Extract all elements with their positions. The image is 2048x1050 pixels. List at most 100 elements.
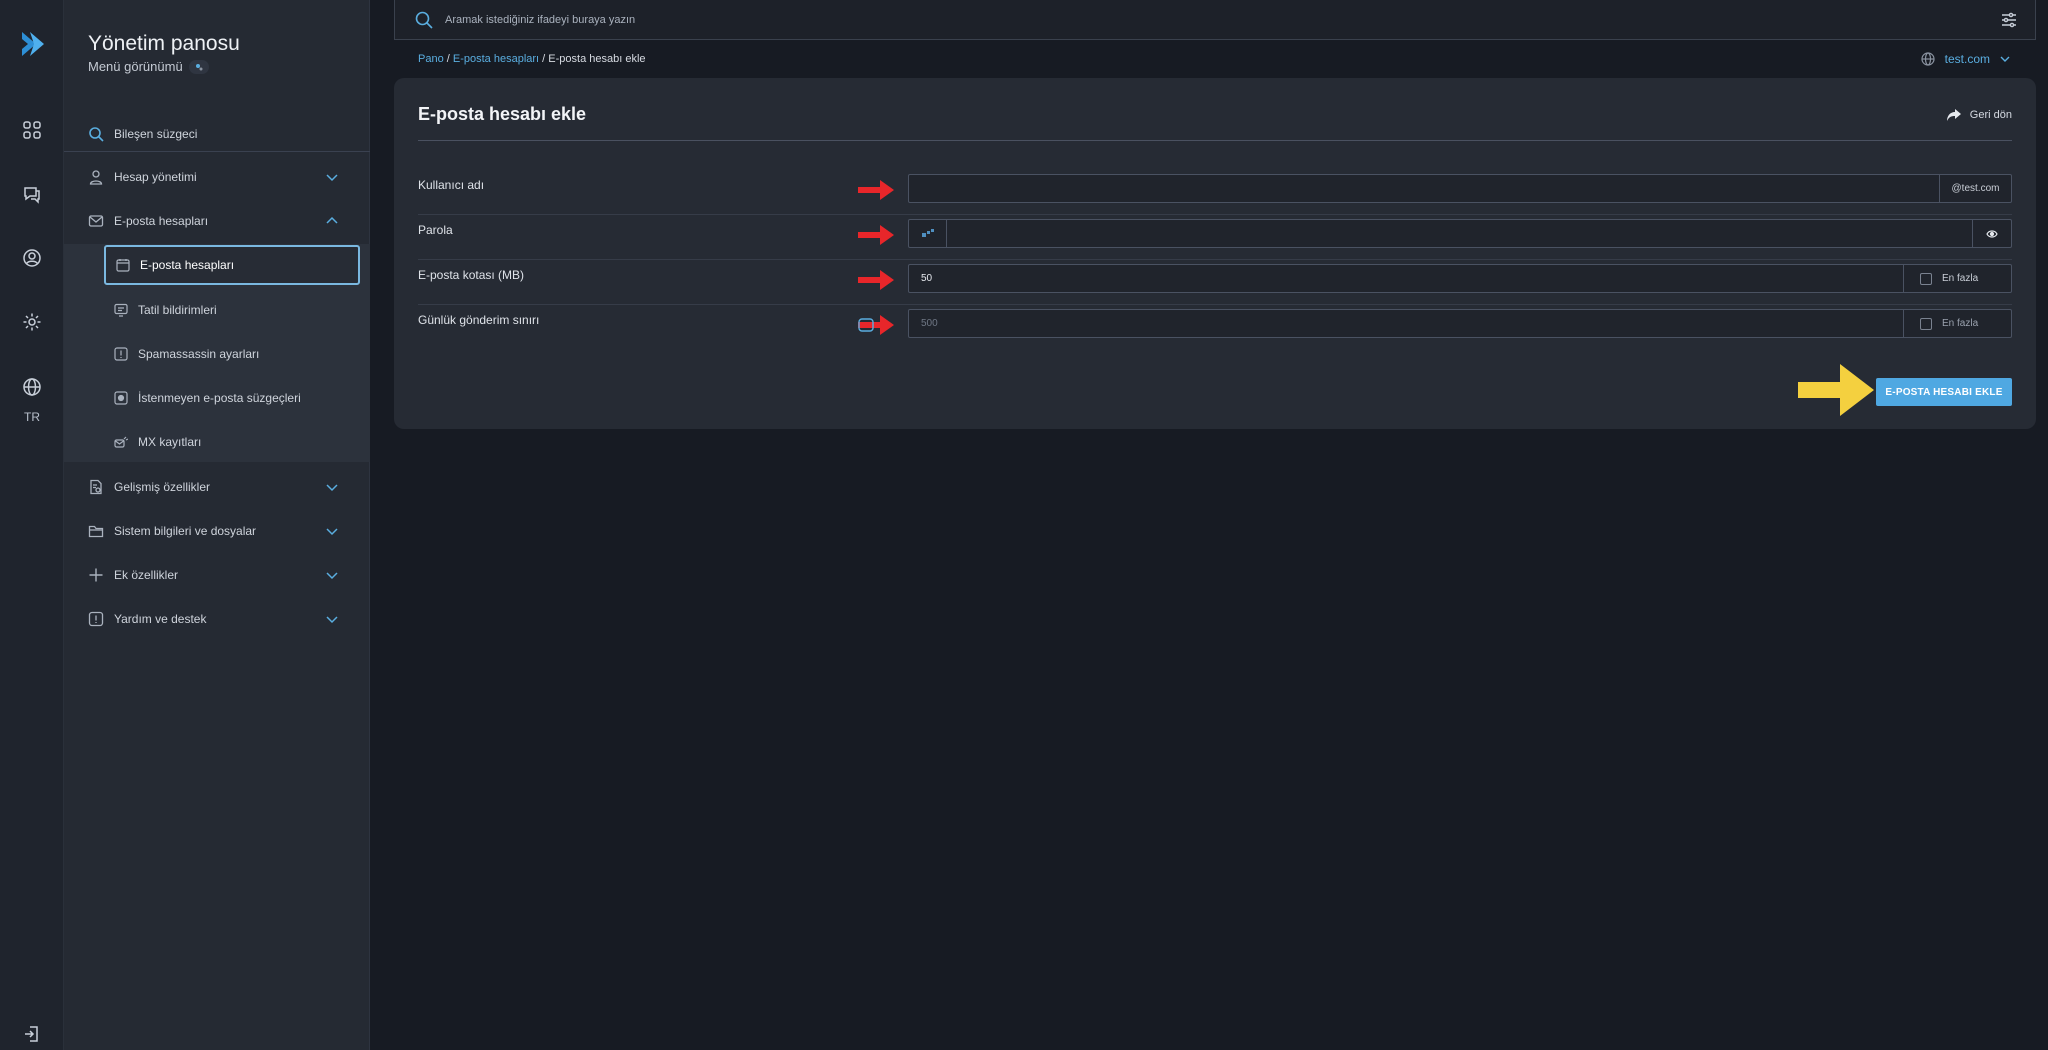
send-limit-field: 500 En fazla (908, 309, 2012, 338)
subitem-label: Tatil bildirimleri (138, 303, 217, 317)
quota-row: E-posta kotası (MB) 50 En fazla (418, 260, 2012, 305)
sidebar-item-label: Ek özellikler (114, 568, 179, 582)
eye-icon (1986, 229, 1998, 238)
sidebar: Yönetim panosu Menü görünümü Bileşen süz… (64, 0, 370, 1050)
password-label: Parola (418, 223, 453, 237)
chevron-down-icon[interactable] (326, 569, 338, 581)
sidebar-item-system-info[interactable]: Sistem bilgileri ve dosyalar (64, 509, 370, 553)
username-label: Kullanıcı adı (418, 178, 485, 192)
yellow-arrow-annotation (1798, 364, 1874, 416)
quota-max-toggle[interactable]: En fazla (1903, 265, 2011, 292)
breadcrumb-home[interactable]: Pano (418, 53, 444, 65)
gear-icon[interactable] (22, 312, 42, 332)
help-icon (88, 611, 104, 627)
share-arrow-icon (1946, 109, 1961, 121)
send-limit-max-checkbox[interactable] (1920, 317, 1932, 330)
sidebar-item-advanced-features[interactable]: Gelişmiş özellikler (64, 465, 370, 509)
red-arrow-annotation (858, 225, 894, 245)
global-search[interactable]: Aramak istediğiniz ifadeyi buraya yazın (394, 0, 2036, 40)
subitem-label: İstenmeyen e-posta süzgeçleri (138, 391, 301, 405)
breadcrumb-parent[interactable]: E-posta hesapları (453, 53, 539, 65)
password-field (908, 219, 2012, 248)
red-arrow-annotation (858, 315, 894, 335)
red-arrow-annotation (858, 180, 894, 200)
toggle-icon[interactable] (188, 59, 209, 74)
sidebar-item-email-accounts[interactable]: E-posta hesapları (64, 199, 370, 243)
envelope-icon (88, 215, 104, 227)
title-divider (418, 140, 2012, 141)
username-domain-suffix: @test.com (1939, 175, 2011, 202)
quota-max-label: En fazla (1942, 273, 1979, 284)
send-limit-max-toggle[interactable]: En fazla (1903, 310, 2011, 337)
sidebar-item-label: Yardım ve destek (114, 612, 207, 626)
app-title: Yönetim panosu (88, 32, 240, 55)
password-row: Parola (418, 215, 2012, 260)
quota-input[interactable]: 50 (909, 273, 1903, 284)
dashboard-icon[interactable] (22, 120, 42, 140)
chevron-down-icon (2000, 56, 2010, 62)
quota-field: 50 En fazla (908, 264, 2012, 293)
sidebar-item-label: Gelişmiş özellikler (114, 480, 211, 494)
domain-selector[interactable]: test.com (1921, 52, 2010, 66)
sidebar-item-label: Sistem bilgileri ve dosyalar (114, 524, 257, 538)
sliders-icon[interactable] (2001, 12, 2017, 28)
search-icon (415, 11, 433, 29)
alert-icon (114, 347, 128, 361)
mail-server-icon (114, 436, 128, 448)
page-title: E-posta hesabı ekle (418, 104, 587, 124)
plus-icon (89, 568, 103, 582)
sidebar-item-label: E-posta hesapları (114, 214, 209, 228)
menu-view-toggle[interactable]: Menü görünümü (88, 59, 209, 74)
breadcrumb: Pano / E-posta hesapları / E-posta hesab… (418, 53, 646, 65)
key-icon (921, 228, 934, 237)
email-submenu: E-posta hesapları Tatil bildirimleri Spa… (64, 244, 370, 462)
language-label[interactable]: TR (0, 410, 64, 424)
icon-rail: TR (0, 0, 64, 1050)
component-filter-input[interactable]: Bileşen süzgeci (114, 127, 197, 141)
subitem-spam-filters[interactable]: İstenmeyen e-posta süzgeçleri (104, 378, 360, 418)
chevron-up-icon[interactable] (326, 215, 338, 227)
subitem-label: E-posta hesapları (140, 258, 235, 272)
chevron-down-icon[interactable] (326, 613, 338, 625)
logout-icon[interactable] (22, 1024, 42, 1044)
send-limit-row: Günlük gönderim sınırı 500 En fazla (418, 305, 2012, 350)
show-password-button[interactable] (1972, 220, 2011, 247)
sidebar-item-help-support[interactable]: Yardım ve destek (64, 597, 370, 641)
user-circle-icon[interactable] (22, 248, 42, 268)
subitem-vacation-notices[interactable]: Tatil bildirimleri (104, 290, 360, 330)
subitem-spamassassin[interactable]: Spamassassin ayarları (104, 334, 360, 374)
subitem-mx-records[interactable]: MX kayıtları (104, 422, 360, 462)
quota-max-checkbox[interactable] (1920, 272, 1932, 285)
chevron-down-icon[interactable] (326, 171, 338, 183)
monitor-icon (114, 303, 128, 317)
send-limit-input[interactable]: 500 (909, 318, 1903, 329)
globe-icon[interactable] (22, 377, 42, 397)
app-logo-icon[interactable] (16, 28, 48, 60)
add-email-account-button[interactable]: E-POSTA HESABI EKLE (1876, 378, 2012, 406)
send-limit-max-label: En fazla (1942, 318, 1979, 329)
sidebar-item-account-management[interactable]: Hesap yönetimi (64, 155, 370, 199)
user-icon (89, 170, 103, 185)
back-label: Geri dön (1969, 109, 2012, 121)
component-filter[interactable]: Bileşen süzgeci (64, 116, 370, 152)
subitem-label: MX kayıtları (138, 435, 202, 449)
breadcrumb-current: E-posta hesabı ekle (548, 53, 646, 65)
search-icon (89, 126, 104, 142)
folder-icon (88, 525, 104, 538)
chat-icon[interactable] (22, 184, 42, 204)
sidebar-item-label: Hesap yönetimi (114, 170, 197, 184)
global-search-input[interactable]: Aramak istediğiniz ifadeyi buraya yazın (445, 14, 635, 26)
subitem-label: Spamassassin ayarları (138, 347, 260, 361)
send-limit-label: Günlük gönderim sınırı (418, 313, 540, 327)
calendar-icon (116, 259, 130, 272)
back-button[interactable]: Geri dön (1946, 108, 2012, 122)
red-arrow-annotation (858, 270, 894, 290)
generate-password-button[interactable] (909, 220, 947, 247)
add-email-card: E-posta hesabı ekle Geri dön Kullanıcı a… (394, 78, 2036, 429)
filter-box-icon (114, 391, 128, 405)
chevron-down-icon[interactable] (326, 481, 338, 493)
menu-view-label: Menü görünümü (88, 59, 183, 74)
chevron-down-icon[interactable] (326, 525, 338, 537)
subitem-email-accounts[interactable]: E-posta hesapları (104, 245, 360, 285)
sidebar-item-extra-features[interactable]: Ek özellikler (64, 553, 370, 597)
